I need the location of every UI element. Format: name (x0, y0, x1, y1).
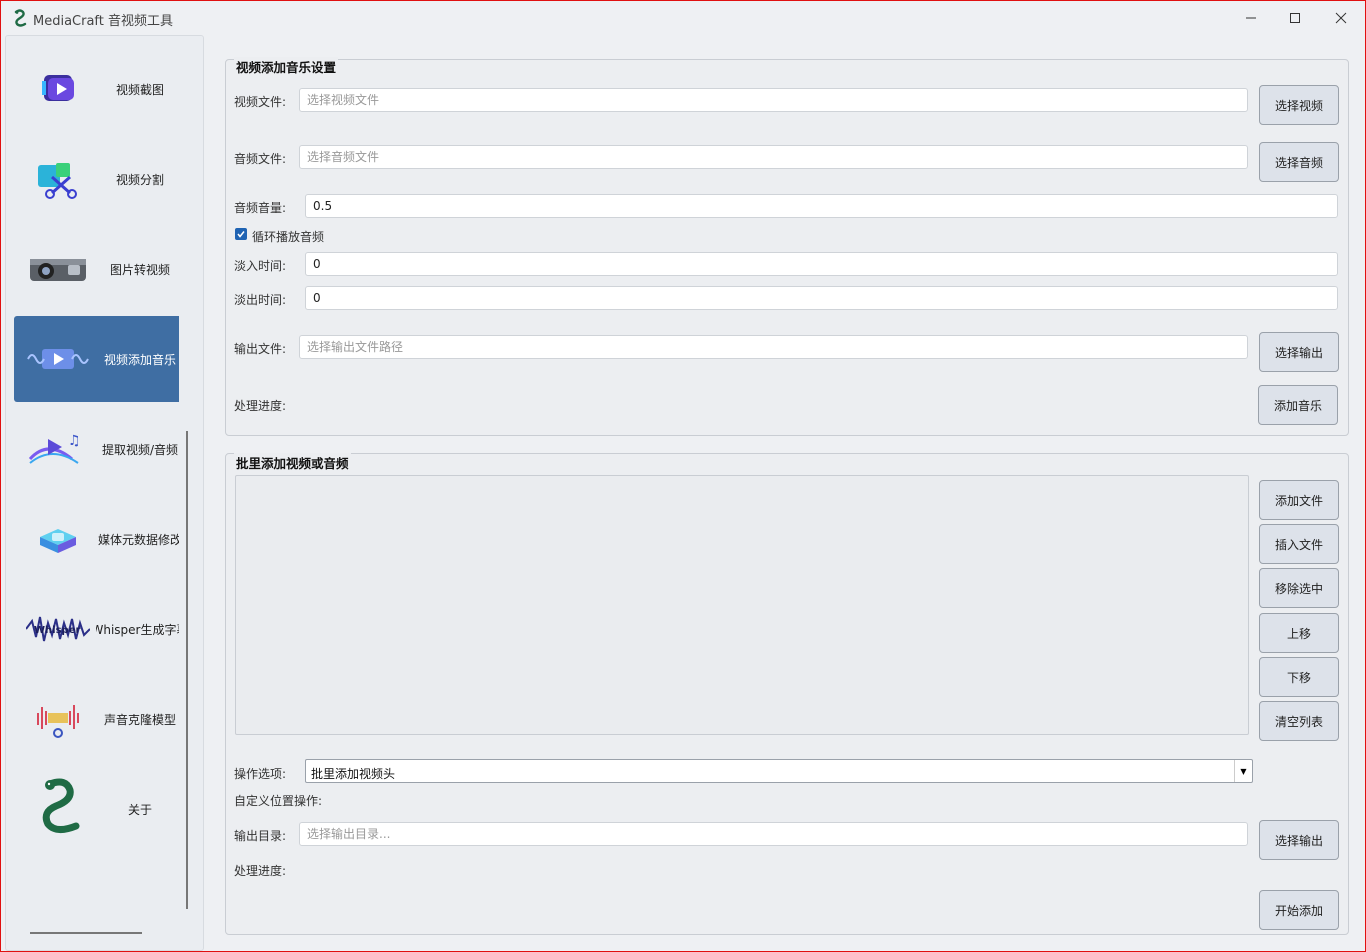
svg-text:♫: ♫ (68, 433, 81, 449)
custom-position-label: 自定义位置操作: (234, 794, 323, 808)
sidebar-item-label: Whisper生成字幕 (96, 622, 179, 637)
sidebar-item-label: 视频分割 (115, 172, 164, 187)
sidebar-item-label: 关于 (127, 802, 152, 817)
output-dir-label: 输出目录: (234, 829, 287, 843)
audio-volume-label: 音频音量: (234, 201, 287, 215)
audio-file-label: 音频文件: (234, 152, 287, 166)
add-music-group-title: 视频添加音乐设置 (234, 57, 339, 76)
sidebar-item-image-to-video[interactable]: 图片转视频 (14, 226, 179, 312)
fade-in-input[interactable] (305, 252, 1338, 276)
minimize-icon[interactable] (1228, 5, 1274, 31)
sidebar-item-label: 声音克隆模型 (103, 712, 176, 727)
move-down-button[interactable]: 下移 (1259, 657, 1339, 697)
snake-logo-icon (14, 9, 27, 27)
operation-option-select[interactable]: 批里添加视频头 ▼ (305, 759, 1253, 783)
select-output-button[interactable]: 选择输出 (1259, 332, 1339, 372)
sidebar-item-extract-media[interactable]: ♫ 提取视频/音频 (14, 406, 179, 492)
select-video-button[interactable]: 选择视频 (1259, 85, 1339, 125)
loop-audio-checkbox[interactable] (235, 228, 247, 240)
output-dir-input[interactable] (299, 822, 1248, 846)
sidebar-item-whisper[interactable]: Whisper Whisper生成字幕 (14, 586, 179, 672)
add-music-button[interactable]: 添加音乐 (1258, 385, 1338, 425)
checkmark-icon (237, 231, 245, 238)
video-snapshot-icon (42, 75, 74, 101)
sidebar-item-metadata[interactable]: 媒体元数据修改 (14, 496, 179, 582)
snake-logo-icon (42, 778, 80, 833)
dropdown-arrow-icon[interactable]: ▼ (1234, 760, 1252, 782)
window-title: MediaCraft 音视频工具 (33, 14, 174, 29)
audio-volume-input[interactable] (305, 194, 1338, 218)
add-music-group (225, 59, 1349, 436)
output-file-label: 输出文件: (234, 342, 287, 356)
batch-group-title: 批里添加视频或音频 (234, 453, 351, 472)
sidebar-item-label: 视频截图 (115, 82, 164, 97)
select-audio-button[interactable]: 选择音频 (1259, 142, 1339, 182)
sidebar-item-video-snapshot[interactable]: 视频截图 (14, 46, 179, 132)
extract-media-icon: ♫ (28, 433, 81, 464)
sidebar-item-label: 视频添加音乐 (103, 352, 176, 367)
sidebar-horizontal-scrollbar[interactable] (30, 932, 142, 934)
sidebar-list: 视频截图 视频分割 图片转视频 视频添加音乐 ♫ 提取视频/音频 媒体元数据修改… (6, 36, 179, 926)
progress-label: 处理进度: (234, 399, 287, 413)
svg-text:Whisper: Whisper (34, 625, 80, 636)
whisper-icon: Whisper (26, 616, 90, 642)
audio-file-input[interactable] (299, 145, 1248, 169)
batch-progress-label: 处理进度: (234, 864, 287, 878)
fade-out-input[interactable] (305, 286, 1338, 310)
sidebar-item-label: 提取视频/音频 (101, 442, 179, 457)
remove-selected-button[interactable]: 移除选中 (1259, 568, 1339, 608)
sidebar-item-video-split[interactable]: 视频分割 (14, 136, 179, 222)
sidebar-item-label: 图片转视频 (109, 262, 170, 277)
camera-icon (30, 259, 86, 281)
sidebar-item-label: 媒体元数据修改 (97, 532, 179, 547)
loop-audio-label[interactable]: 循环播放音频 (252, 228, 324, 245)
video-music-icon (27, 349, 89, 369)
move-up-button[interactable]: 上移 (1259, 613, 1339, 653)
insert-file-button[interactable]: 插入文件 (1259, 524, 1339, 564)
video-scissors-icon (38, 163, 77, 199)
operation-option-label: 操作选项: (234, 767, 287, 781)
video-file-input[interactable] (299, 88, 1248, 112)
sidebar-vertical-scrollbar[interactable] (186, 431, 188, 909)
batch-file-list[interactable] (235, 475, 1249, 735)
app-window: MediaCraft 音视频工具 视频截图 视频分割 图片转视频 视频添加音乐 … (0, 0, 1366, 952)
output-file-input[interactable] (299, 335, 1248, 359)
sidebar-item-video-add-music[interactable]: 视频添加音乐 (14, 316, 179, 402)
close-icon[interactable] (1318, 5, 1364, 31)
sidebar-item-about[interactable]: 关于 (14, 766, 179, 852)
select-output-dir-button[interactable]: 选择输出 (1259, 820, 1339, 860)
fade-in-label: 淡入时间: (234, 259, 287, 273)
sidebar-item-voice-clone[interactable]: 声音克隆模型 (14, 676, 179, 762)
voice-clone-icon (37, 705, 79, 738)
add-file-button[interactable]: 添加文件 (1259, 480, 1339, 520)
fade-out-label: 淡出时间: (234, 293, 287, 307)
sidebar: 视频截图 视频分割 图片转视频 视频添加音乐 ♫ 提取视频/音频 媒体元数据修改… (5, 35, 204, 951)
maximize-icon[interactable] (1272, 5, 1318, 31)
video-file-label: 视频文件: (234, 95, 287, 109)
title-bar: MediaCraft 音视频工具 (1, 1, 1365, 34)
start-add-button[interactable]: 开始添加 (1259, 890, 1339, 930)
metadata-icon (40, 529, 76, 553)
clear-list-button[interactable]: 清空列表 (1259, 701, 1339, 741)
operation-option-value: 批里添加视频头 (311, 767, 396, 781)
